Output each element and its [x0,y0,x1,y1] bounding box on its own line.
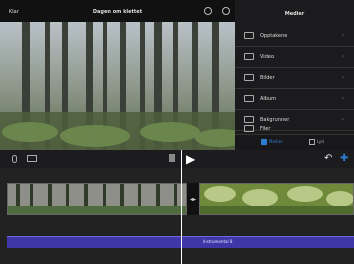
microphone-icon[interactable] [12,155,17,163]
chevron-right-icon: › [341,74,344,81]
project-title: Dagen om klettet [92,9,143,15]
transition-marker[interactable]: ◂▸ [187,183,199,215]
sidebar-title: Medier [284,11,305,17]
speaker-icon[interactable] [169,154,175,162]
tab-medier[interactable]: Medier [261,139,283,145]
settings-icon[interactable] [222,7,230,15]
album-icon [244,95,254,102]
sidebar-item-label: Video [260,54,275,60]
top-bar: Klar Dagen om klettet [0,0,235,22]
audio-track-label: Instrumental 8 [203,239,233,244]
files-icon [244,125,254,132]
camera-icon[interactable] [27,155,37,162]
video-clip-1[interactable] [7,183,187,215]
play-icon[interactable]: ▶ [186,152,195,166]
video-preview [0,22,235,150]
photos-icon [244,74,254,81]
tab-lyd[interactable]: Lyd [309,139,324,145]
playhead[interactable] [181,150,182,264]
media-icon [261,139,267,145]
sidebar-item-bilder[interactable]: Bilder › [235,67,354,89]
sidebar-item-label: Album [260,96,277,102]
video-icon [244,53,254,60]
sidebar-item-opptakene[interactable]: Opptakene › [235,25,354,47]
clip-icon [244,32,254,39]
media-sidebar: Medier Opptakene › Video › Bilder › Albu… [235,0,354,151]
timeline-toolbar: ▶ ↶ ✚ [0,150,354,168]
sidebar-item-label: Opptakene [260,33,288,39]
audio-icon [309,139,315,145]
transition-icon: ◂▸ [190,196,197,203]
sidebar-item-video[interactable]: Video › [235,46,354,68]
chevron-right-icon: › [341,32,344,39]
tab-label: Medier [269,139,283,144]
chevron-right-icon: › [341,53,344,60]
chevron-right-icon: › [341,95,344,102]
sidebar-item-filer[interactable]: Filer [235,122,354,134]
undo-icon[interactable]: ↶ [324,153,332,164]
add-icon[interactable]: ✚ [340,153,348,164]
tab-label: Lyd [317,139,324,144]
video-clip-2[interactable] [199,183,354,215]
sidebar-item-album[interactable]: Album › [235,88,354,110]
sidebar-item-label: Bilder [260,75,275,81]
help-icon[interactable] [204,7,212,15]
sidebar-item-label: Filer [260,126,271,132]
sidebar-tabs: Medier Lyd [235,134,354,151]
